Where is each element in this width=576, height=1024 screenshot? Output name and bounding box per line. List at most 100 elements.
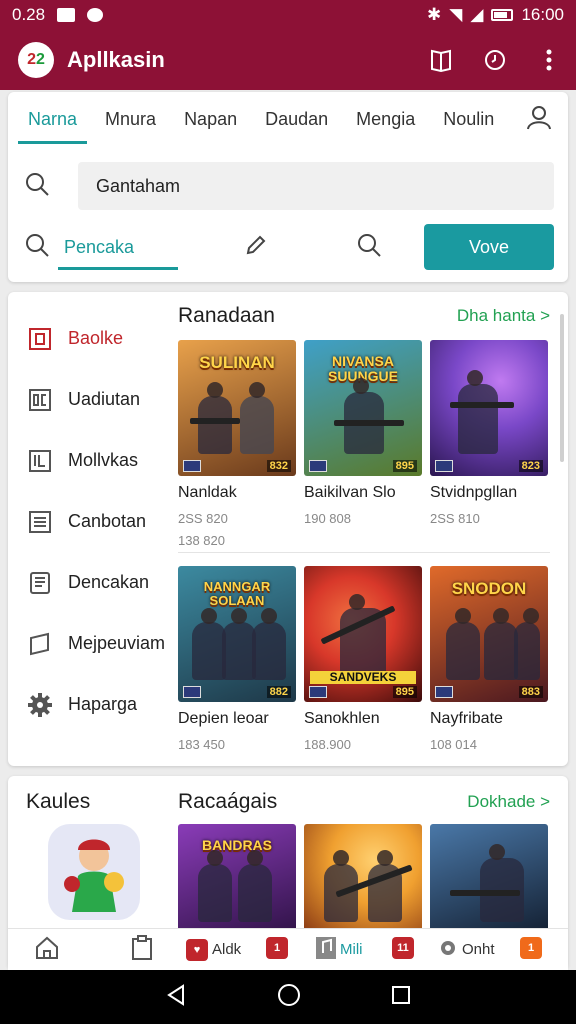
game-card[interactable]: SANDVEKS 895 Sanokhlen 188.900 bbox=[304, 566, 422, 756]
game-meta: 138 820 bbox=[178, 533, 225, 548]
nav-home[interactable] bbox=[34, 936, 60, 964]
game-card[interactable]: BANDRAS bbox=[178, 824, 296, 944]
avatar[interactable] bbox=[48, 824, 140, 920]
back-icon[interactable] bbox=[165, 983, 187, 1011]
sidebar-item-uadiutan[interactable]: Uadiutan bbox=[26, 369, 176, 430]
section-title: Ranadaan bbox=[178, 304, 275, 327]
notification-badge: 11 bbox=[392, 937, 414, 959]
clipboard-icon bbox=[130, 934, 154, 965]
app-title: Apllkasin bbox=[67, 47, 165, 72]
rating-badge: 895 bbox=[392, 686, 417, 698]
game-thumbnail: SNODON 883 bbox=[430, 566, 548, 702]
platform-badge bbox=[435, 460, 453, 472]
see-all-link[interactable]: Dha hanta > bbox=[457, 306, 550, 326]
see-all-link[interactable]: Dokhade > bbox=[467, 792, 550, 812]
sidebar-item-mollvkas[interactable]: Mollvkas bbox=[26, 430, 176, 491]
game-thumbnail bbox=[430, 824, 548, 944]
music-icon bbox=[316, 936, 336, 963]
sidebar-item-haparga[interactable]: Haparga bbox=[26, 674, 176, 735]
game-thumbnail: SULINAN 832 bbox=[178, 340, 296, 476]
game-meta: 2SS 820 bbox=[178, 511, 228, 526]
heart-badge: ♥ bbox=[186, 938, 208, 961]
search-icon[interactable] bbox=[24, 171, 50, 202]
nav-onht[interactable]: Onht bbox=[438, 938, 495, 962]
tab-narna[interactable]: Narna bbox=[14, 92, 91, 146]
status-clock: 16:00 bbox=[521, 5, 564, 24]
game-meta: 190 808 bbox=[304, 511, 351, 526]
game-thumbnail: NANNGAR SOLAAN 882 bbox=[178, 566, 296, 702]
rating-badge: 832 bbox=[266, 460, 291, 472]
home-button-icon[interactable] bbox=[277, 983, 301, 1012]
nav-aldk[interactable]: ♥ Aldk bbox=[186, 938, 241, 961]
game-card[interactable]: NANNGAR SOLAAN 882 Depien leoar 183 450 bbox=[178, 566, 296, 756]
game-name: Baikilvan Slo bbox=[304, 484, 396, 501]
tab-bar: Narna Mnura Napan Daudan Mengia Noulin bbox=[8, 92, 568, 146]
tab-daudan[interactable]: Daudan bbox=[251, 92, 342, 146]
gear-icon bbox=[438, 938, 458, 962]
home-icon bbox=[34, 936, 60, 964]
search-icon[interactable] bbox=[24, 232, 50, 263]
kaules-title: Kaules bbox=[26, 790, 91, 813]
notification-badge: 1 bbox=[520, 937, 542, 959]
sidebar-item-baolke[interactable]: Baolke bbox=[26, 308, 176, 369]
edit-icon[interactable] bbox=[244, 233, 268, 262]
app-bar: 22 Apllkasin bbox=[0, 30, 576, 90]
tab-noulin[interactable]: Noulin bbox=[429, 92, 508, 146]
more-icon[interactable] bbox=[536, 47, 562, 73]
game-card[interactable]: 823 Stvidnpgllan 2SS 810 bbox=[430, 340, 548, 530]
section-header: Ranadaan Dha hanta > bbox=[178, 304, 550, 328]
gallery-icon bbox=[57, 8, 76, 22]
sidebar-item-mejpeuviam[interactable]: Mejpeuviam bbox=[26, 613, 176, 674]
game-card[interactable] bbox=[304, 824, 422, 944]
recents-icon[interactable] bbox=[391, 985, 411, 1010]
bookmark-icon bbox=[26, 630, 54, 658]
game-card[interactable]: NIVANSA SUUNGUE 895 Baikilvan Slo 190 80… bbox=[304, 340, 422, 530]
rating-badge: 823 bbox=[518, 460, 543, 472]
bluetooth-icon: ✱ bbox=[427, 5, 442, 24]
square-icon bbox=[26, 325, 54, 353]
system-nav-bar bbox=[0, 970, 576, 1024]
document-icon bbox=[26, 447, 54, 475]
game-thumbnail bbox=[304, 824, 422, 944]
nav-mili[interactable]: Mili bbox=[316, 936, 363, 963]
game-thumbnail: 823 bbox=[430, 340, 548, 476]
vove-button[interactable]: Vove bbox=[424, 224, 554, 270]
gear-icon bbox=[26, 691, 54, 719]
tab-mnura[interactable]: Mnura bbox=[91, 92, 170, 146]
clock-icon[interactable] bbox=[482, 47, 508, 73]
section-title: Racaágais bbox=[178, 790, 278, 813]
signal-icon: ◢ bbox=[470, 5, 484, 24]
rating-badge: 883 bbox=[518, 686, 543, 698]
notification-badge: 1 bbox=[266, 937, 288, 959]
search-row bbox=[24, 162, 554, 210]
game-name: Stvidnpgllan bbox=[430, 484, 518, 501]
search-input[interactable] bbox=[78, 162, 554, 210]
game-thumbnail: NIVANSA SUUNGUE 895 bbox=[304, 340, 422, 476]
sidebar: Baolke Uadiutan Mollvkas Canbotan Dencak… bbox=[26, 308, 176, 735]
tab-napan[interactable]: Napan bbox=[170, 92, 251, 146]
game-card[interactable]: SULINAN 832 Nanldak 2SS 820 138 820 bbox=[178, 340, 296, 552]
search-icon[interactable] bbox=[356, 232, 382, 263]
app-logo: 22 bbox=[18, 42, 54, 78]
book-icon[interactable] bbox=[428, 47, 454, 73]
tab-mengia[interactable]: Mengia bbox=[342, 92, 429, 146]
platform-badge bbox=[183, 686, 201, 698]
scrollbar[interactable] bbox=[560, 314, 564, 462]
game-name: Nayfribate bbox=[430, 710, 503, 727]
divider bbox=[178, 552, 550, 553]
sidebar-item-canbotan[interactable]: Canbotan bbox=[26, 491, 176, 552]
rating-badge: 895 bbox=[392, 460, 417, 472]
nav-clipboard[interactable] bbox=[130, 934, 154, 965]
status-time: 0.28 bbox=[12, 5, 46, 24]
game-card[interactable] bbox=[430, 824, 548, 944]
profile-icon[interactable] bbox=[526, 104, 552, 135]
action-row: Pencaka Vove bbox=[24, 224, 554, 270]
game-name: Nanldak bbox=[178, 484, 237, 501]
sidebar-item-dencakan[interactable]: Dencakan bbox=[26, 552, 176, 613]
receipt-icon bbox=[26, 569, 54, 597]
game-card[interactable]: SNODON 883 Nayfribate 108 014 bbox=[430, 566, 548, 756]
platform-badge bbox=[309, 460, 327, 472]
tab-pencaka[interactable]: Pencaka bbox=[58, 224, 178, 270]
game-name: Depien leoar bbox=[178, 710, 269, 727]
battery-icon bbox=[491, 9, 514, 21]
